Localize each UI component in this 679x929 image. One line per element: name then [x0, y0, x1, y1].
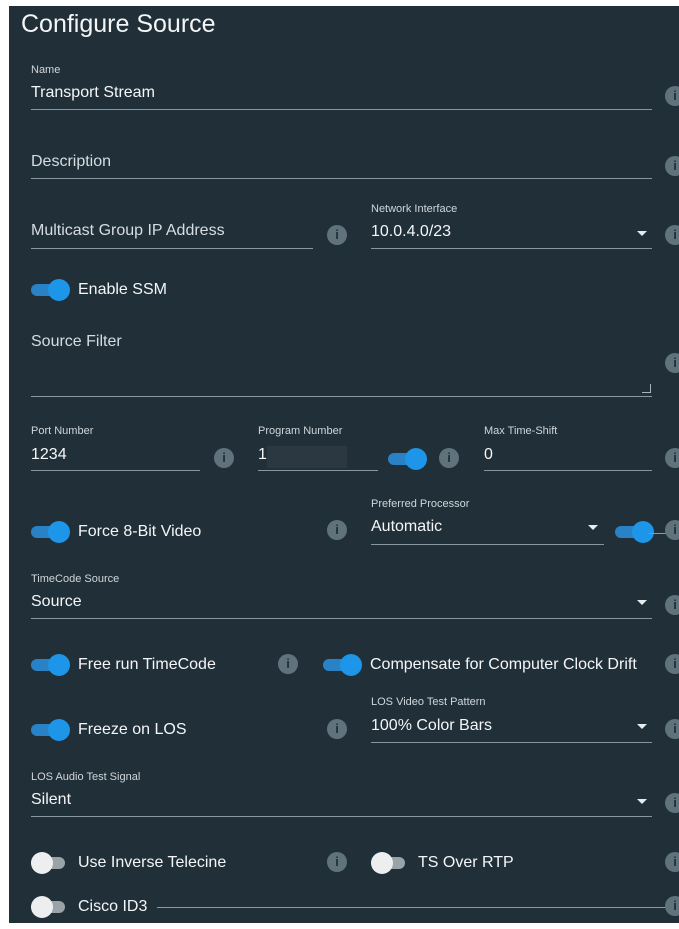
description-info-icon[interactable]: i: [665, 156, 679, 176]
multicast-ip-input[interactable]: Multicast Group IP Address: [31, 222, 225, 240]
toggle-thumb: [31, 852, 53, 874]
network-interface-select[interactable]: 10.0.4.0/23: [371, 223, 451, 241]
program-number-field-bg: [267, 446, 347, 468]
timecode-source-select[interactable]: Source: [31, 593, 82, 611]
program-number-label: Program Number: [258, 425, 343, 437]
los-audio-info-icon[interactable]: i: [665, 793, 679, 813]
force-8bit-label: Force 8-Bit Video: [78, 523, 202, 540]
los-video-underline: [371, 742, 652, 743]
port-number-input[interactable]: 1234: [31, 446, 67, 464]
toggle-thumb: [31, 896, 53, 918]
cisco-id3-toggle[interactable]: [31, 896, 69, 918]
enable-ssm-label: Enable SSM: [78, 281, 167, 298]
source-filter-info-icon[interactable]: i: [665, 353, 679, 373]
los-video-info-icon[interactable]: i: [665, 719, 679, 739]
los-video-label: LOS Video Test Pattern: [371, 696, 486, 708]
cisco-id3-info-icon[interactable]: i: [665, 896, 679, 916]
source-filter-underline: [31, 396, 652, 397]
timecode-source-info-icon[interactable]: i: [665, 595, 679, 615]
multicast-info-icon[interactable]: i: [327, 225, 347, 245]
toggle-thumb: [405, 448, 427, 470]
description-input[interactable]: Description: [31, 153, 111, 171]
freeze-on-los-toggle[interactable]: [31, 719, 70, 741]
name-label: Name: [31, 64, 61, 76]
free-run-timecode-toggle[interactable]: [31, 654, 70, 676]
chevron-down-icon[interactable]: [637, 231, 647, 236]
los-audio-label: LOS Audio Test Signal: [31, 771, 141, 783]
ts-over-rtp-toggle[interactable]: [371, 852, 409, 874]
resize-handle-icon[interactable]: [642, 384, 651, 393]
compensate-clock-drift-info-icon[interactable]: i: [665, 654, 679, 674]
port-number-info-icon[interactable]: i: [214, 448, 234, 468]
toggle-thumb: [632, 521, 654, 543]
ts-over-rtp-label: TS Over RTP: [418, 854, 514, 871]
chevron-down-icon[interactable]: [637, 600, 647, 605]
toggle-thumb: [48, 279, 70, 301]
freeze-on-los-info-icon[interactable]: i: [327, 719, 347, 739]
name-info-icon[interactable]: i: [665, 86, 679, 106]
preferred-processor-label: Preferred Processor: [371, 498, 470, 510]
force-8bit-info-icon[interactable]: i: [327, 520, 347, 540]
inverse-telecine-toggle[interactable]: [31, 852, 69, 874]
name-input[interactable]: Transport Stream: [31, 84, 155, 102]
program-number-underline: [258, 470, 378, 471]
network-interface-label: Network Interface: [371, 203, 458, 215]
chevron-down-icon[interactable]: [637, 724, 647, 729]
ts-over-rtp-info-icon[interactable]: i: [665, 852, 679, 872]
configure-source-panel: Configure Source Name Transport Stream i…: [9, 6, 679, 923]
timecode-source-underline: [31, 618, 652, 619]
program-number-toggle[interactable]: [388, 448, 427, 470]
compensate-clock-drift-toggle[interactable]: [323, 654, 362, 676]
port-number-label: Port Number: [31, 425, 94, 437]
preferred-processor-underline: [371, 544, 604, 545]
chevron-down-icon[interactable]: [637, 799, 647, 804]
program-number-info-icon[interactable]: i: [439, 448, 459, 468]
preferred-processor-select[interactable]: Automatic: [371, 518, 442, 536]
max-time-shift-input[interactable]: 0: [484, 446, 493, 464]
cisco-id3-label: Cisco ID3: [78, 898, 148, 915]
timecode-source-label: TimeCode Source: [31, 573, 120, 585]
toggle-thumb: [48, 521, 70, 543]
page-title: Configure Source: [21, 10, 216, 38]
toggle-thumb: [48, 654, 70, 676]
network-interface-info-icon[interactable]: i: [665, 225, 679, 245]
freeze-on-los-label: Freeze on LOS: [78, 721, 187, 738]
los-audio-select[interactable]: Silent: [31, 791, 71, 809]
free-run-timecode-info-icon[interactable]: i: [278, 654, 298, 674]
compensate-clock-drift-label: Compensate for Computer Clock Drift: [370, 656, 637, 673]
description-underline: [31, 178, 652, 179]
force-8bit-toggle[interactable]: [31, 521, 70, 543]
max-time-shift-underline: [484, 470, 652, 471]
source-filter-textarea[interactable]: Source Filter: [31, 333, 122, 351]
enable-ssm-toggle[interactable]: [31, 279, 70, 301]
los-audio-underline: [31, 816, 652, 817]
preferred-processor-info-icon[interactable]: i: [665, 520, 679, 540]
preferred-processor-toggle[interactable]: [615, 521, 654, 543]
multicast-underline: [31, 248, 313, 249]
toggle-thumb: [48, 719, 70, 741]
los-video-select[interactable]: 100% Color Bars: [371, 717, 492, 735]
toggle-thumb: [371, 852, 393, 874]
inverse-telecine-info-icon[interactable]: i: [327, 852, 347, 872]
free-run-timecode-label: Free run TimeCode: [78, 656, 216, 673]
chevron-down-icon[interactable]: [588, 525, 598, 530]
max-time-shift-info-icon[interactable]: i: [665, 448, 679, 468]
name-underline: [31, 109, 652, 110]
highlight-line: [157, 907, 667, 908]
toggle-thumb: [340, 654, 362, 676]
port-number-underline: [31, 470, 200, 471]
program-number-input[interactable]: 1: [258, 446, 267, 464]
max-time-shift-label: Max Time-Shift: [484, 425, 558, 437]
network-interface-underline: [371, 248, 652, 249]
inverse-telecine-label: Use Inverse Telecine: [78, 854, 227, 871]
